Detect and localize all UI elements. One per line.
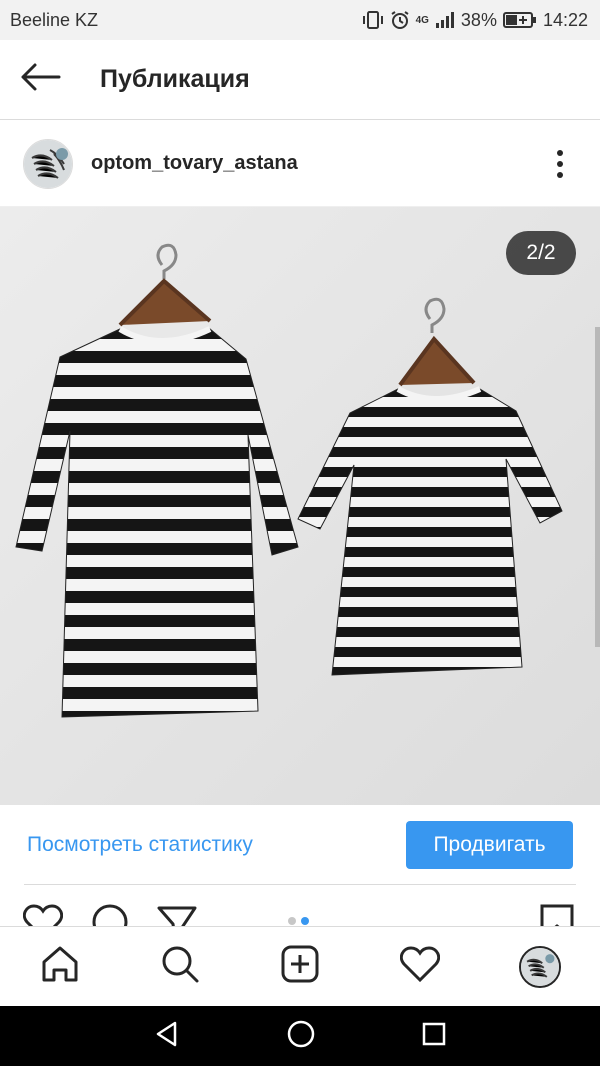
comment-icon[interactable]	[90, 904, 130, 926]
bookmark-icon[interactable]	[540, 904, 574, 926]
battery-percent: 38%	[460, 9, 497, 30]
carousel-dot-active	[301, 917, 309, 925]
scrollbar[interactable]	[595, 327, 600, 647]
carrier-name: Beeline KZ	[10, 9, 99, 30]
signal-icon	[435, 11, 455, 29]
activity-icon	[399, 946, 441, 987]
nav-home[interactable]	[30, 937, 90, 997]
vibrate-icon	[362, 10, 384, 30]
nav-activity[interactable]	[390, 937, 450, 997]
carousel-dot	[288, 917, 296, 925]
avatar[interactable]	[23, 138, 73, 189]
post-photo[interactable]: 2/2	[0, 207, 600, 805]
back-button[interactable]	[0, 40, 80, 120]
app-header: Публикация	[0, 40, 600, 120]
battery-icon	[502, 11, 537, 29]
carousel-counter: 2/2	[506, 231, 576, 275]
promo-row: Посмотреть статистику Продвигать	[0, 805, 600, 885]
android-nav-bar	[0, 1006, 600, 1066]
more-options-button[interactable]	[550, 144, 570, 184]
clock-time: 14:22	[542, 9, 588, 30]
home-circle-icon[interactable]	[286, 1019, 316, 1054]
home-icon	[40, 944, 80, 989]
promote-button[interactable]: Продвигать	[406, 821, 573, 869]
nav-search[interactable]	[150, 937, 210, 997]
post-username[interactable]: optom_tovary_astana	[91, 152, 298, 175]
post-header: optom_tovary_astana	[0, 121, 600, 207]
nav-profile[interactable]	[510, 937, 570, 997]
carousel-dots	[288, 917, 309, 925]
recents-square-icon[interactable]	[421, 1021, 447, 1052]
bottom-nav	[0, 926, 600, 1006]
status-icons: 4G 38% 14:22	[362, 10, 588, 31]
back-triangle-icon[interactable]	[153, 1020, 181, 1053]
search-icon	[160, 944, 200, 989]
nav-new-post[interactable]	[270, 937, 330, 997]
page-title: Публикация	[100, 65, 250, 93]
status-bar: Beeline KZ 4G 38% 14:22	[0, 0, 600, 40]
network-type: 4G	[415, 14, 429, 26]
heart-icon[interactable]	[22, 904, 64, 926]
new-post-icon	[280, 944, 320, 989]
striped-dresses-image	[0, 207, 600, 805]
alarm-icon	[390, 10, 410, 30]
share-icon[interactable]	[157, 904, 197, 926]
divider	[24, 884, 576, 885]
view-insights-link[interactable]: Посмотреть статистику	[27, 833, 253, 857]
arrow-left-icon	[19, 62, 61, 97]
profile-icon	[519, 945, 561, 988]
